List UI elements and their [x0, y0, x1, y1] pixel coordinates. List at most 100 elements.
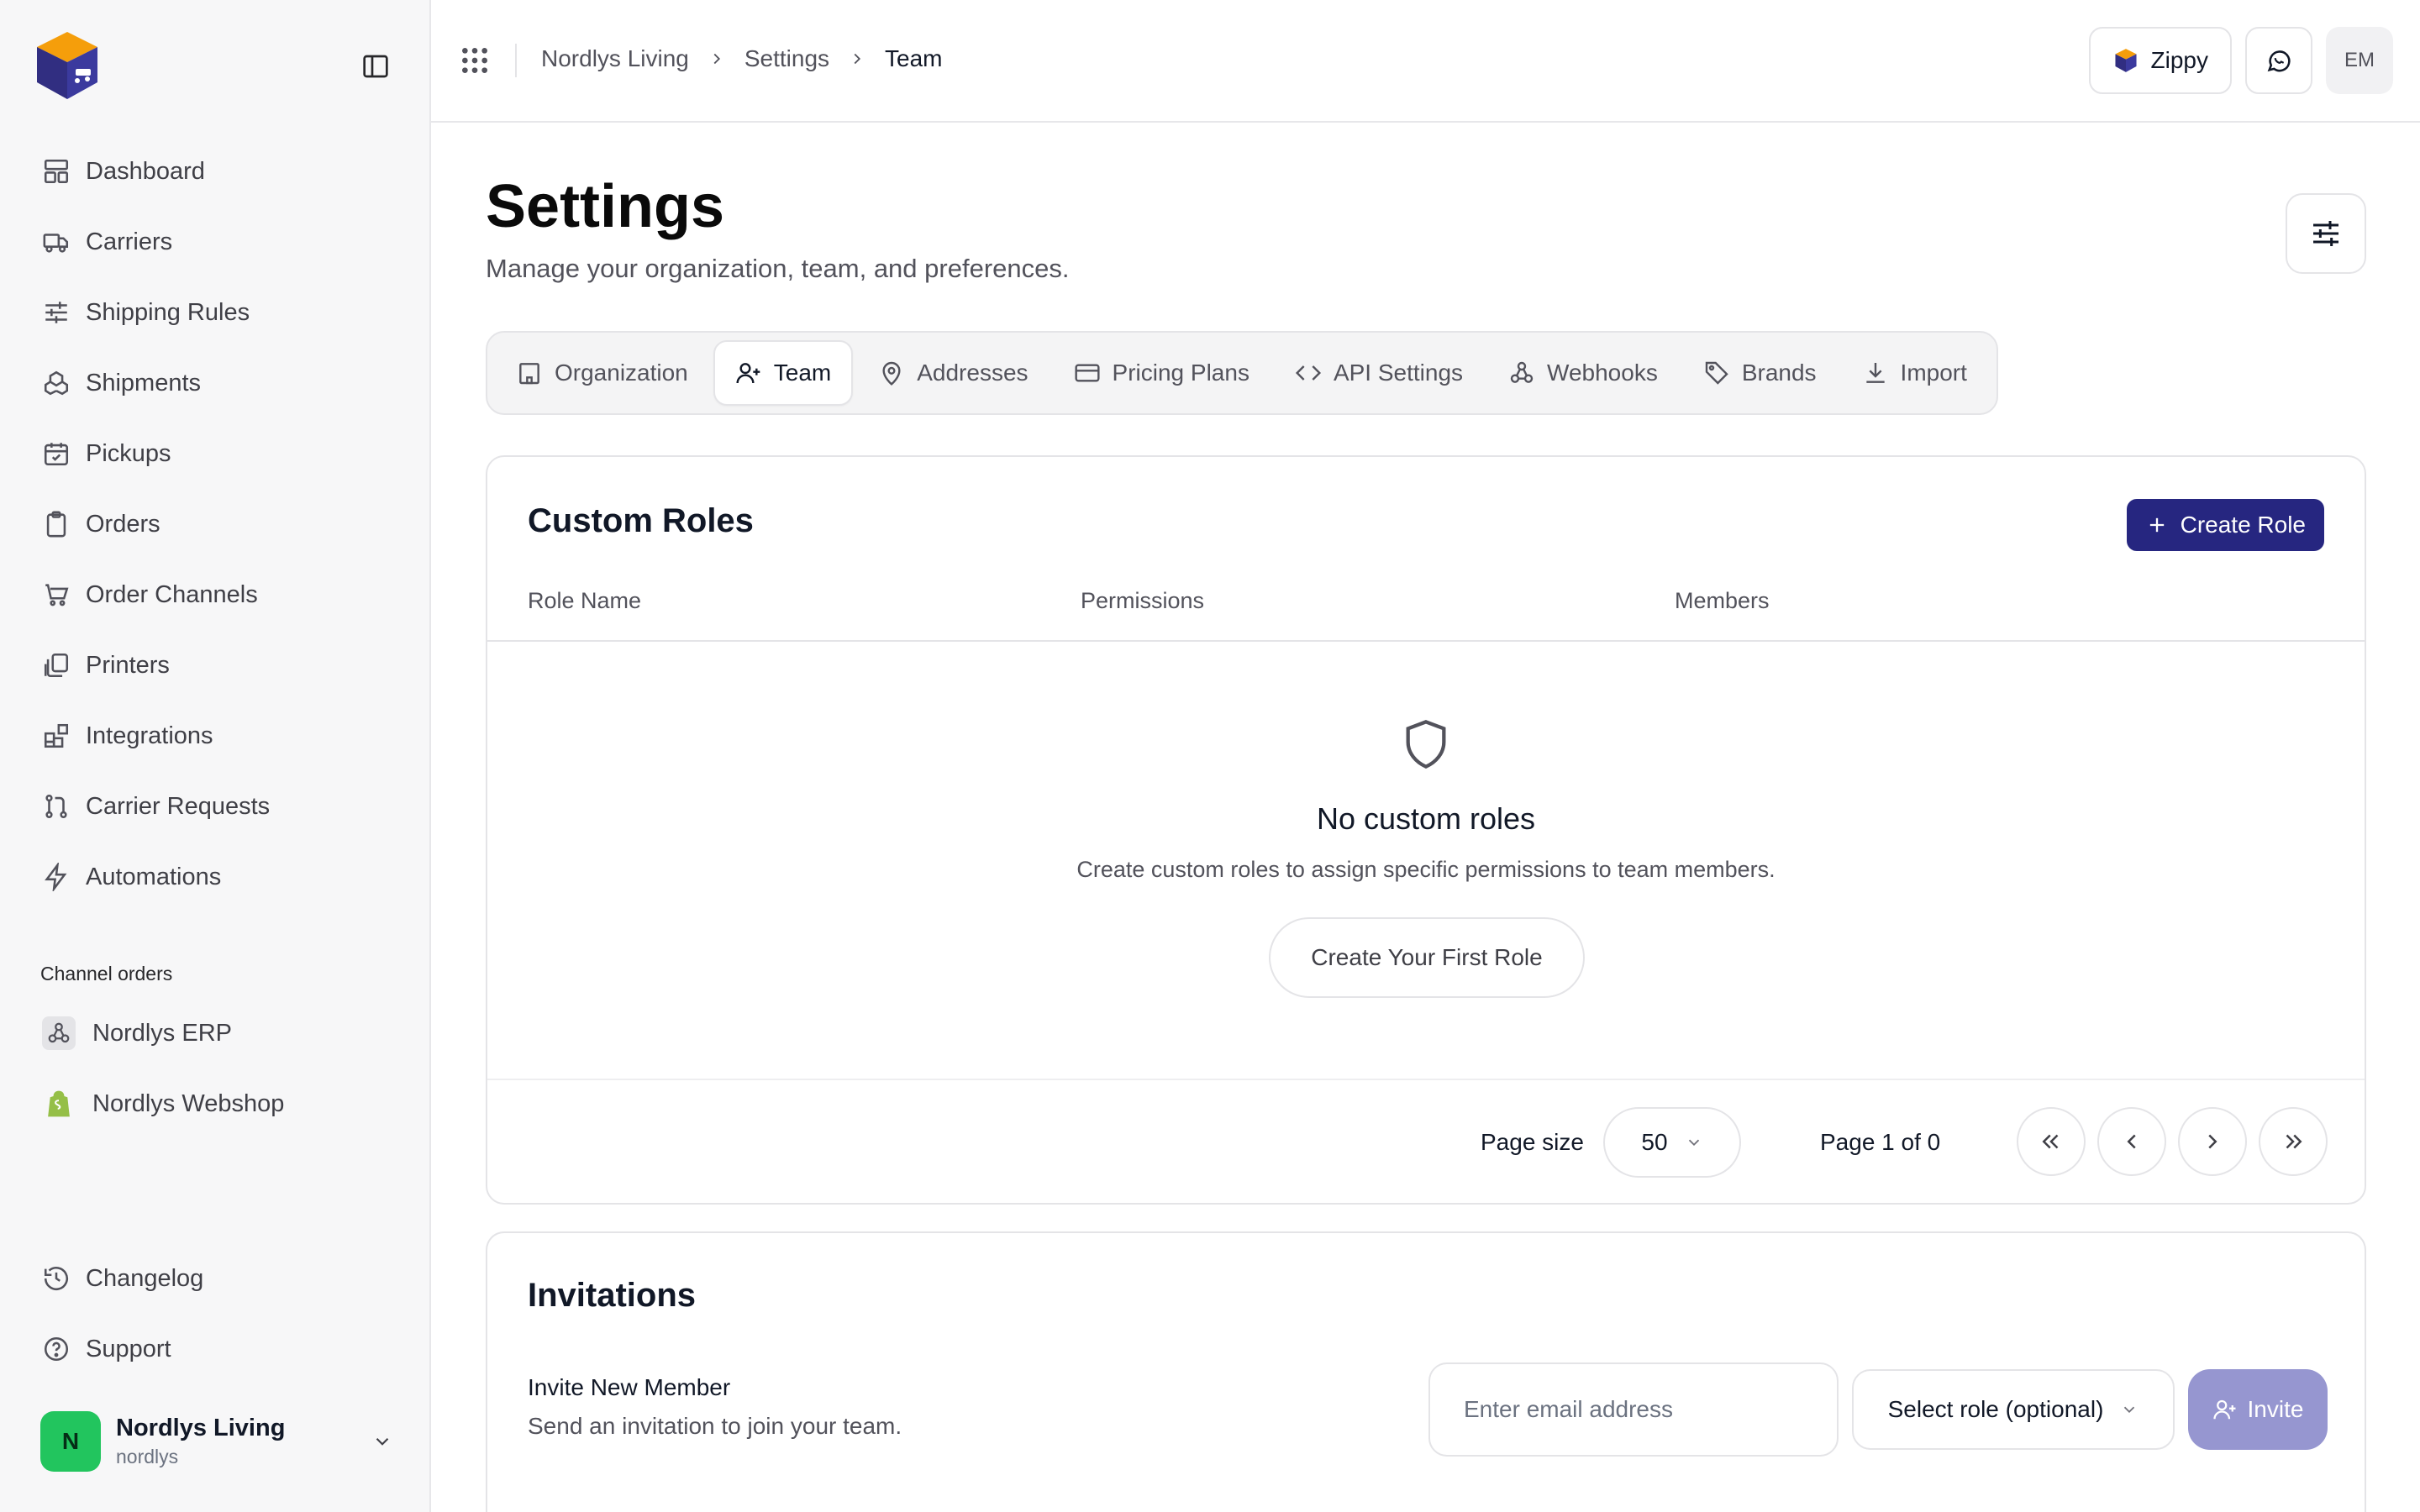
cart-icon	[45, 584, 69, 606]
tab-import[interactable]: Import	[1842, 340, 1987, 406]
tab-webhooks[interactable]: Webhooks	[1488, 340, 1678, 406]
custom-roles-card: Custom Roles Create Role Role Name Permi…	[486, 455, 2366, 1205]
sidebar-item-changelog[interactable]: Changelog	[22, 1243, 408, 1314]
truck-icon	[43, 234, 69, 253]
sidebar-item-dashboard[interactable]: Dashboard	[22, 136, 408, 207]
tab-label: Pricing Plans	[1112, 360, 1249, 386]
roles-table-header	[487, 566, 2365, 642]
sidebar-item-orders[interactable]: Orders	[22, 489, 408, 559]
sidebar-item-label: Order Channels	[86, 580, 258, 608]
column-header-role-name: Role Name	[528, 588, 642, 613]
tab-team[interactable]: Team	[713, 340, 854, 406]
help-circle-icon	[44, 1336, 69, 1362]
tab-organization[interactable]: Organization	[496, 340, 708, 406]
chat-button[interactable]	[2245, 27, 2312, 94]
sidebar-item-support[interactable]: Support	[22, 1314, 408, 1384]
chevron-right-icon	[854, 53, 861, 65]
shopify-icon	[42, 1087, 76, 1121]
sidebar-item-label: Changelog	[86, 1264, 204, 1292]
boxes-icon	[44, 370, 69, 396]
user-handle: nordlys	[116, 1446, 179, 1467]
chevrons-left-icon	[2042, 1134, 2059, 1149]
settings-tabs: Organization Team Addresses Pricing Plan…	[486, 331, 1998, 415]
sidebar-item-pickups[interactable]: Pickups	[22, 418, 408, 489]
channel-orders-heading: Channel orders	[40, 963, 173, 984]
page-title: Settings	[486, 173, 725, 240]
apps-grid-icon[interactable]	[458, 44, 492, 77]
plus-icon	[2149, 517, 2164, 533]
breadcrumb-item-settings[interactable]: Settings	[744, 45, 829, 72]
building-icon	[519, 363, 539, 385]
sidebar-item-order-channels[interactable]: Order Channels	[22, 559, 408, 630]
chevron-down-icon	[376, 1437, 389, 1446]
account-switcher[interactable]: N Nordlys Living nordlys	[40, 1411, 393, 1472]
channel-item-nordlys-erp[interactable]: Nordlys ERP	[22, 998, 408, 1068]
role-select[interactable]: Select role (optional)	[1852, 1369, 2175, 1450]
header-divider	[515, 44, 517, 77]
sidebar-item-label: Shipments	[86, 369, 202, 396]
tag-icon	[1705, 361, 1728, 385]
next-page-button[interactable]	[2178, 1107, 2247, 1176]
sidebar-item-label: Carriers	[86, 228, 173, 255]
sidebar-item-label: Pickups	[86, 439, 171, 467]
header-actions: Zippy EM	[2088, 27, 2393, 94]
sidebar-item-shipping-rules[interactable]: Shipping Rules	[22, 277, 408, 348]
empty-state-description: Create custom roles to assign specific p…	[1076, 857, 1776, 882]
invite-description: Send an invitation to join your team.	[528, 1413, 902, 1439]
history-icon	[44, 1267, 69, 1291]
settings-options-button[interactable]	[2286, 193, 2366, 274]
sidebar-item-printers[interactable]: Printers	[22, 630, 408, 701]
empty-state-title: No custom roles	[1316, 801, 1536, 836]
previous-page-button[interactable]	[2097, 1107, 2166, 1176]
last-page-button[interactable]	[2259, 1107, 2328, 1176]
table-footer-divider	[487, 1079, 2365, 1080]
sidebar-nav: Dashboard Carriers Shipping Rules Shipme…	[22, 136, 408, 912]
invitations-title: Invitations	[528, 1277, 697, 1314]
zap-icon	[45, 863, 67, 891]
tab-label: Team	[773, 360, 832, 386]
webhook-icon	[42, 1016, 76, 1050]
user-name: Nordlys Living	[116, 1415, 286, 1441]
create-role-button[interactable]: Create Role	[2126, 499, 2324, 551]
tab-pricing-plans[interactable]: Pricing Plans	[1054, 340, 1270, 406]
channel-list: Nordlys ERP Nordlys Webshop	[22, 998, 408, 1139]
zippy-button[interactable]: Zippy	[2088, 27, 2232, 94]
sidebar-item-carriers[interactable]: Carriers	[22, 207, 408, 277]
app-logo[interactable]	[29, 27, 106, 104]
page-size-label: Page size	[1481, 1129, 1584, 1155]
channel-label: Nordlys Webshop	[92, 1089, 285, 1117]
invite-button-label: Invite	[2247, 1396, 2304, 1422]
invite-button[interactable]: Invite	[2188, 1369, 2328, 1450]
first-page-button[interactable]	[2017, 1107, 2086, 1176]
sliders-icon	[45, 302, 67, 323]
channel-item-nordlys-webshop[interactable]: Nordlys Webshop	[22, 1068, 408, 1139]
tab-addresses[interactable]: Addresses	[858, 340, 1048, 406]
tab-brands[interactable]: Brands	[1683, 340, 1837, 406]
sidebar-bottom-nav: Changelog Support	[22, 1243, 408, 1384]
map-pin-icon	[882, 361, 901, 386]
sidebar-toggle-icon[interactable]	[360, 52, 392, 81]
page-size-select[interactable]: 50	[1603, 1107, 1741, 1178]
avatar: N	[40, 1411, 101, 1472]
breadcrumb-item-organization[interactable]: Nordlys Living	[541, 45, 689, 72]
tab-api-settings[interactable]: API Settings	[1275, 340, 1483, 406]
sidebar-item-integrations[interactable]: Integrations	[22, 701, 408, 771]
calendar-check-icon	[44, 443, 69, 466]
sidebar-item-label: Dashboard	[86, 157, 205, 185]
role-select-placeholder: Select role (optional)	[1887, 1396, 2104, 1422]
sidebar-item-automations[interactable]: Automations	[22, 842, 408, 912]
zippy-label: Zippy	[2150, 47, 2208, 73]
sidebar-item-label: Shipping Rules	[86, 298, 250, 326]
code-icon	[1295, 365, 1321, 381]
user-plus-icon	[2212, 1399, 2236, 1420]
tab-label: Import	[1900, 360, 1967, 386]
email-input[interactable]	[1428, 1362, 1839, 1457]
column-header-permissions: Permissions	[1081, 588, 1205, 613]
sidebar-item-shipments[interactable]: Shipments	[22, 348, 408, 418]
sidebar-item-carrier-requests[interactable]: Carrier Requests	[22, 771, 408, 842]
user-menu-button[interactable]: EM	[2326, 27, 2393, 94]
sidebar-item-label: Printers	[86, 651, 170, 679]
create-first-role-button[interactable]: Create Your First Role	[1269, 917, 1585, 998]
chevron-right-icon	[2208, 1134, 2217, 1149]
shield-icon	[1406, 720, 1446, 769]
